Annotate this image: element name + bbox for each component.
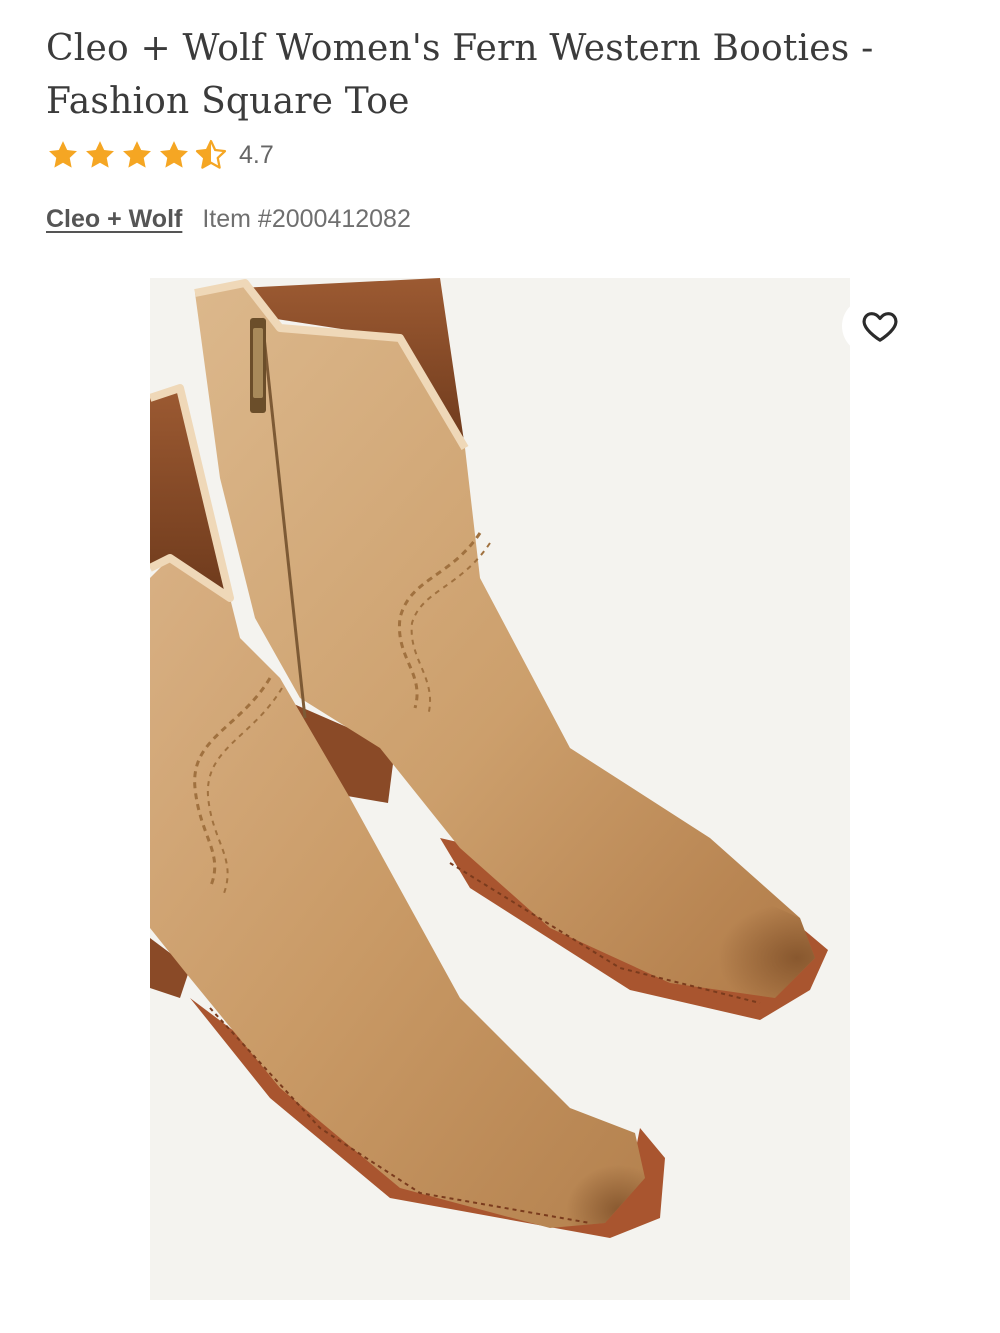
heart-icon	[862, 312, 898, 342]
star-icon	[160, 141, 188, 168]
product-title: Cleo + Wolf Women's Fern Western Booties…	[46, 28, 874, 122]
star-icon	[123, 141, 151, 168]
brand-link[interactable]: Cleo + Wolf	[46, 205, 182, 234]
item-number: Item #2000412082	[202, 204, 411, 233]
product-meta: Cleo + Wolf Item #2000412082	[46, 201, 411, 237]
star-icon	[86, 141, 114, 168]
wishlist-button[interactable]	[842, 298, 912, 354]
rating-row[interactable]: 4.7	[46, 137, 274, 173]
boots-illustration	[150, 278, 850, 1300]
star-icon	[49, 141, 77, 168]
rating-value: 4.7	[239, 140, 274, 169]
product-image[interactable]	[150, 278, 850, 1300]
half-star-icon	[195, 139, 227, 169]
rating-stars	[46, 138, 231, 172]
